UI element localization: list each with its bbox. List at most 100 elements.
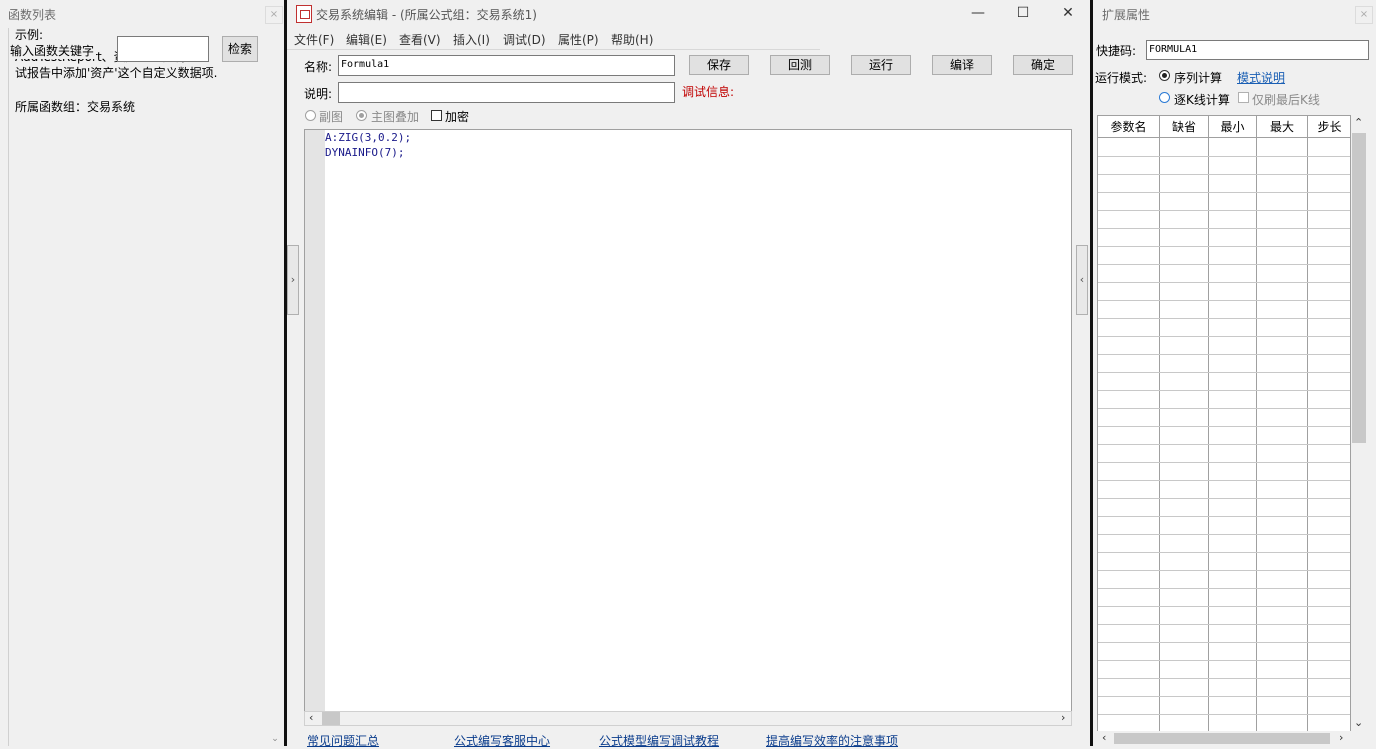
- shortcut-field[interactable]: FORMULA1: [1146, 40, 1369, 60]
- mode-help-link[interactable]: 模式说明: [1237, 69, 1285, 86]
- table-row[interactable]: [1098, 426, 1350, 427]
- code-scroll-thumb[interactable]: [322, 712, 340, 725]
- function-group-line: 所属函数组：交易系统: [15, 100, 136, 114]
- backtest-button[interactable]: 回测: [770, 55, 830, 75]
- menu-properties[interactable]: 属性(P): [558, 31, 599, 48]
- table-row[interactable]: [1098, 156, 1350, 157]
- table-row[interactable]: [1098, 408, 1350, 409]
- main-overlay-radio[interactable]: [356, 110, 367, 121]
- right-panel-close-icon[interactable]: ×: [1355, 6, 1373, 24]
- maximize-icon[interactable]: ☐: [1011, 4, 1035, 22]
- window-title: 交易系统编辑 - (所属公式组：交易系统1): [316, 8, 537, 22]
- search-button[interactable]: 检索: [222, 36, 258, 62]
- table-row[interactable]: [1098, 264, 1350, 265]
- shortcut-label: 快捷码:: [1096, 44, 1137, 58]
- col-header-step[interactable]: 步长: [1308, 116, 1350, 138]
- table-row[interactable]: [1098, 498, 1350, 499]
- description-label: 说明:: [304, 87, 333, 101]
- minimize-icon[interactable]: —: [966, 4, 990, 22]
- table-row[interactable]: [1098, 336, 1350, 337]
- menu-insert[interactable]: 插入(I): [453, 31, 490, 48]
- scroll-right-icon[interactable]: ›: [1339, 731, 1343, 744]
- expand-left-icon[interactable]: ›: [287, 245, 299, 315]
- scroll-left-icon[interactable]: ‹: [1102, 731, 1106, 744]
- col-header-max[interactable]: 最大: [1257, 116, 1308, 138]
- run-button[interactable]: 运行: [851, 55, 911, 75]
- table-row[interactable]: [1098, 174, 1350, 175]
- table-row[interactable]: [1098, 462, 1350, 463]
- parameter-table[interactable]: 参数名 缺省 最小 最大 步长: [1097, 115, 1351, 732]
- col-header-param-name[interactable]: 参数名: [1098, 116, 1160, 138]
- table-row[interactable]: [1098, 354, 1350, 355]
- table-row[interactable]: [1098, 372, 1350, 373]
- close-icon[interactable]: ✕: [1056, 4, 1080, 22]
- code-line-2[interactable]: DYNAINFO(7);: [325, 146, 404, 159]
- col-header-default[interactable]: 缺省: [1160, 116, 1209, 138]
- table-row[interactable]: [1098, 210, 1350, 211]
- sub-chart-radio[interactable]: [305, 110, 316, 121]
- table-vscroll-thumb[interactable]: [1352, 133, 1366, 443]
- tick-mode-radio[interactable]: [1159, 92, 1170, 103]
- table-row[interactable]: [1098, 714, 1350, 715]
- table-row[interactable]: [1098, 318, 1350, 319]
- link-tutorial[interactable]: 公式模型编写调试教程: [599, 732, 719, 749]
- formula-description-field[interactable]: [338, 82, 675, 103]
- table-row[interactable]: [1098, 228, 1350, 229]
- code-line-1[interactable]: A:ZIG(3,0.2);: [325, 131, 411, 144]
- table-row[interactable]: [1098, 588, 1350, 589]
- table-row[interactable]: [1098, 444, 1350, 445]
- left-panel-scrollbar[interactable]: [268, 28, 282, 746]
- left-panel-close-icon[interactable]: ×: [265, 6, 283, 24]
- sequence-mode-label: 序列计算: [1174, 71, 1223, 85]
- menu-help[interactable]: 帮助(H): [611, 31, 653, 48]
- function-search-input[interactable]: [117, 36, 209, 62]
- table-row[interactable]: [1098, 642, 1350, 643]
- scroll-down-icon[interactable]: ⌄: [1354, 716, 1363, 729]
- scroll-up-icon[interactable]: ⌃: [1354, 116, 1363, 129]
- table-row[interactable]: [1098, 552, 1350, 553]
- menu-debug[interactable]: 调试(D): [503, 31, 546, 48]
- table-row[interactable]: [1098, 606, 1350, 607]
- col-header-min[interactable]: 最小: [1209, 116, 1257, 138]
- formula-name-field[interactable]: Formula1: [338, 55, 675, 76]
- link-efficiency-tips[interactable]: 提高编写效率的注意事项: [766, 732, 898, 749]
- debug-info-label: 调试信息:: [682, 85, 735, 99]
- table-row[interactable]: [1098, 480, 1350, 481]
- menu-view[interactable]: 查看(V): [399, 31, 441, 48]
- table-row[interactable]: [1098, 624, 1350, 625]
- table-row[interactable]: [1098, 534, 1350, 535]
- table-row[interactable]: [1098, 390, 1350, 391]
- encrypt-checkbox[interactable]: [431, 110, 442, 121]
- ok-button[interactable]: 确定: [1013, 55, 1073, 75]
- expand-right-icon[interactable]: ‹: [1076, 245, 1088, 315]
- link-support-center[interactable]: 公式编写客服中心: [454, 732, 550, 749]
- scroll-right-icon[interactable]: ›: [1061, 711, 1065, 724]
- table-row[interactable]: [1098, 570, 1350, 571]
- description-line-1: 示例:: [15, 28, 44, 42]
- code-editor[interactable]: [304, 129, 1072, 712]
- sub-chart-label: 副图: [319, 110, 344, 124]
- scroll-left-icon[interactable]: ‹: [309, 711, 313, 724]
- table-row[interactable]: [1098, 696, 1350, 697]
- table-row[interactable]: [1098, 678, 1350, 679]
- table-row[interactable]: [1098, 660, 1350, 661]
- refresh-last-checkbox[interactable]: [1238, 92, 1249, 103]
- table-row[interactable]: [1098, 282, 1350, 283]
- compile-button[interactable]: 编译: [932, 55, 992, 75]
- save-button[interactable]: 保存: [689, 55, 749, 75]
- sequence-mode-radio[interactable]: [1159, 70, 1170, 81]
- code-horizontal-scrollbar[interactable]: [304, 711, 1072, 726]
- table-row[interactable]: [1098, 192, 1350, 193]
- table-row[interactable]: [1098, 246, 1350, 247]
- description-line-3: 试报告中添加'资产'这个自定义数据项.: [15, 66, 218, 80]
- code-gutter: [305, 130, 325, 711]
- refresh-last-label: 仅刷最后K线: [1252, 93, 1320, 107]
- table-row[interactable]: [1098, 300, 1350, 301]
- menu-file[interactable]: 文件(F): [294, 31, 334, 48]
- main-overlay-label: 主图叠加: [371, 110, 420, 124]
- table-hscroll-thumb[interactable]: [1114, 733, 1330, 744]
- link-faq[interactable]: 常见问题汇总: [307, 732, 379, 749]
- scroll-down-icon[interactable]: ⌄: [268, 734, 282, 746]
- table-row[interactable]: [1098, 516, 1350, 517]
- menu-edit[interactable]: 编辑(E): [346, 31, 387, 48]
